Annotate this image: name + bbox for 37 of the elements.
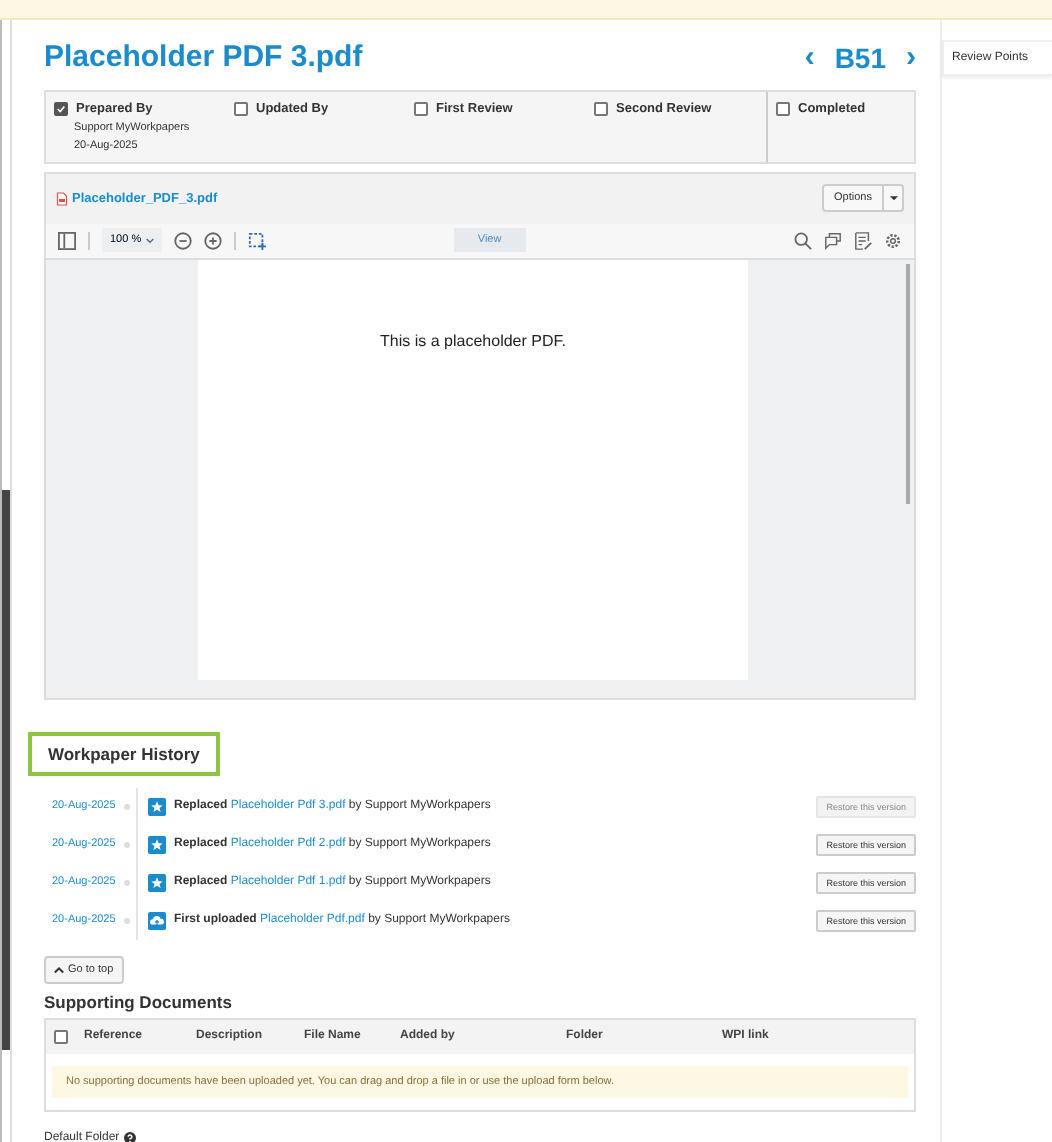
chevron-down-icon — [145, 237, 154, 244]
reference-code: B51 — [834, 41, 886, 74]
checkbox[interactable] — [414, 101, 428, 116]
checkbox[interactable] — [594, 101, 608, 116]
cloud-upload-icon — [148, 911, 166, 930]
checkbox[interactable] — [54, 1029, 68, 1044]
scrollbar-thumb[interactable] — [2, 490, 10, 1050]
sidebar-toggle-icon[interactable] — [58, 231, 76, 250]
search-icon[interactable] — [794, 231, 812, 250]
previous-button[interactable]: ‹ — [804, 40, 815, 75]
caret-icon — [889, 195, 897, 202]
timeline-dot — [124, 803, 130, 810]
notes-icon[interactable] — [854, 231, 872, 250]
pdf-file-icon — [56, 191, 68, 206]
history-heading: Workpaper History — [28, 731, 220, 776]
dropdown-button[interactable] — [882, 186, 902, 211]
next-button[interactable]: › — [906, 40, 916, 75]
section-heading: Supporting Documents — [44, 991, 234, 1012]
scrollbar[interactable] — [906, 263, 910, 504]
zoom-out-icon[interactable] — [173, 231, 192, 250]
page-text: This is a placeholder PDF. — [380, 331, 566, 350]
star-icon — [148, 873, 166, 892]
selection-icon[interactable] — [247, 231, 266, 250]
checkbox[interactable] — [776, 101, 790, 116]
timeline-dot — [124, 917, 130, 924]
help-icon[interactable] — [123, 1131, 136, 1142]
chevron-up-icon — [54, 965, 64, 974]
comments-icon[interactable] — [824, 231, 842, 250]
star-icon — [148, 835, 166, 854]
checkbox[interactable] — [234, 101, 248, 116]
checkbox[interactable] — [54, 101, 68, 116]
star-icon — [148, 797, 166, 816]
zoom-in-icon[interactable] — [203, 231, 222, 250]
timeline-dot — [124, 879, 130, 886]
timeline-dot — [124, 841, 130, 848]
settings-icon[interactable] — [884, 231, 902, 250]
document-title: Placeholder PDF 3.pdf — [44, 40, 363, 75]
